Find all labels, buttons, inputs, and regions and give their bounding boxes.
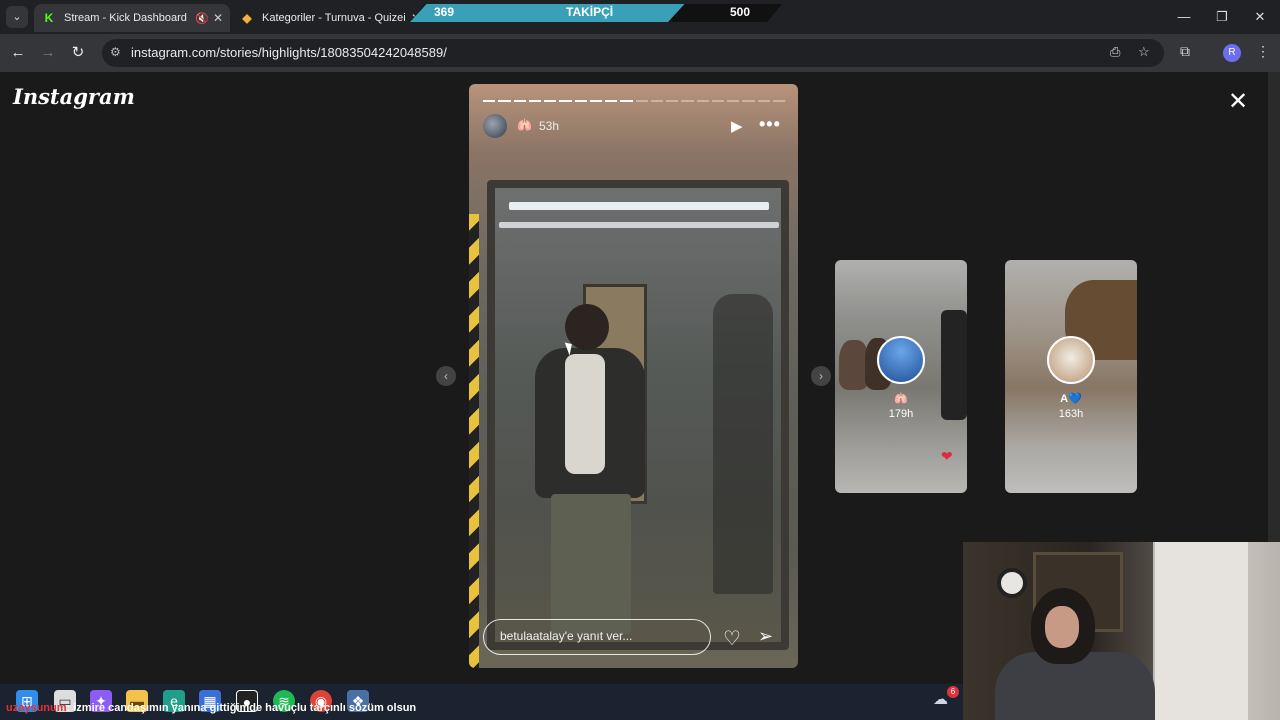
follower-label: TAKİPÇİ <box>566 5 614 19</box>
ceiling-light <box>499 222 779 228</box>
hoodie <box>565 354 605 474</box>
minimize-icon[interactable]: — <box>1164 0 1204 34</box>
story-progress-segment <box>528 100 541 102</box>
story-progress-segment <box>620 100 633 102</box>
story-progress-segment <box>574 100 587 102</box>
quiz-icon: ◆ <box>242 11 252 25</box>
story-progress-segment <box>559 100 572 102</box>
story-progress-segment <box>757 100 770 102</box>
profile-avatar[interactable]: R <box>1223 44 1241 62</box>
reload-icon[interactable]: ↻ <box>67 42 89 64</box>
person-figure <box>525 304 655 634</box>
preview-name: A💙 <box>1060 393 1082 405</box>
site-info-icon[interactable]: ⚙ <box>110 45 121 59</box>
story-progress-segment <box>635 100 648 102</box>
chat-overlay-message: uzaysunum: izmire candaşımın yanına gitt… <box>6 702 416 714</box>
preview-avatar <box>1047 336 1095 384</box>
url-text[interactable]: instagram.com/stories/highlights/1808350… <box>131 45 447 60</box>
story-avatar[interactable] <box>483 114 507 138</box>
address-bar[interactable]: ⚙ instagram.com/stories/highlights/18083… <box>102 39 1164 67</box>
story-progress-segment <box>772 100 785 102</box>
extensions-icon[interactable]: ⧉ <box>1180 43 1190 60</box>
forward-arrow-icon[interactable]: → <box>37 42 59 64</box>
restore-icon[interactable]: ❐ <box>1202 0 1242 34</box>
next-story-arrow-icon[interactable]: › <box>811 366 831 386</box>
tab-title: Kategoriler - Turnuva - Quizei <box>262 12 406 24</box>
story-progress-segment <box>605 100 618 102</box>
legs <box>551 494 631 634</box>
story-progress-segment <box>681 100 694 102</box>
reply-input[interactable] <box>500 629 700 643</box>
browser-menu-icon[interactable]: ⋮ <box>1256 43 1270 60</box>
preview-avatar <box>877 336 925 384</box>
story-progress-segment <box>696 100 709 102</box>
story-preview-card[interactable]: 🫁 179h ❤ <box>835 260 967 493</box>
bookmark-star-icon[interactable]: ☆ <box>1138 44 1150 60</box>
tab-kick-dashboard[interactable]: K Stream - Kick Dashboard 🔇 ✕ <box>34 4 230 32</box>
close-window-icon[interactable]: ✕ <box>1240 0 1280 34</box>
close-tab-icon[interactable]: ✕ <box>210 11 226 25</box>
follower-goal-overlay: 369 TAKİPÇİ 500 <box>410 4 782 22</box>
chat-text: : izmire candaşımın yanına gittiğimde ha… <box>66 702 417 714</box>
preview-time: 163h <box>1058 408 1084 420</box>
notification-badge: 6 <box>947 686 959 698</box>
webcam-overlay <box>963 542 1280 720</box>
send-icon[interactable]: ➢ <box>758 626 773 647</box>
story-progress-segment <box>589 100 602 102</box>
back-arrow-icon[interactable]: ← <box>7 42 29 64</box>
like-heart-icon[interactable]: ♡ <box>723 626 741 651</box>
highlight-emoji: 🫁 <box>517 118 532 132</box>
chat-username: uzaysunum <box>6 702 67 714</box>
install-app-icon[interactable]: ⎙ <box>1110 44 1120 60</box>
tab-title: Stream - Kick Dashboard <box>64 12 187 24</box>
wardrobe <box>1153 542 1248 720</box>
story-time: 53h <box>539 119 560 133</box>
follower-count: 369 <box>434 5 455 19</box>
kick-icon: K <box>44 11 54 25</box>
weather-icon[interactable]: ☁ 6 <box>933 686 959 710</box>
streamer-face <box>1045 606 1079 648</box>
tab-quizei[interactable]: ◆ Kategoriler - Turnuva - Quizei ✕ <box>232 4 428 32</box>
story-header: 🫁 53h ▶ ••• <box>483 114 785 138</box>
follower-goal: 500 <box>730 5 751 19</box>
more-options-icon[interactable]: ••• <box>759 114 781 135</box>
browser-toolbar: ← → ↻ ⚙ instagram.com/stories/highlights… <box>0 34 1280 72</box>
previous-story-arrow-icon[interactable]: ‹ <box>436 366 456 386</box>
tab-search-button[interactable]: ⌄ <box>6 6 28 28</box>
close-story-icon[interactable]: ✕ <box>1226 90 1250 114</box>
heart-sticker-icon: ❤ <box>941 448 953 464</box>
ceiling-light <box>509 202 769 210</box>
mute-tab-icon[interactable]: 🔇 <box>194 12 210 25</box>
story-progress-segment <box>650 100 663 102</box>
story-preview-card[interactable]: A💙 163h <box>1005 260 1137 493</box>
play-icon[interactable]: ▶ <box>731 117 743 135</box>
story-progress-segment <box>498 100 511 102</box>
story-progress-segment <box>727 100 740 102</box>
story-progress-segment <box>742 100 755 102</box>
panda-plush <box>997 568 1027 598</box>
reflection <box>713 294 773 594</box>
story-main[interactable]: 🫁 53h ▶ ••• ♡ ➢ <box>469 84 798 668</box>
instagram-logo[interactable]: Instagram <box>13 84 135 109</box>
story-progress-segment <box>544 100 557 102</box>
hazard-stripe <box>469 214 479 668</box>
preview-time: 179h <box>888 408 914 420</box>
preview-name: 🫁 <box>894 393 908 405</box>
story-progress-segment <box>666 100 679 102</box>
story-progress-bar <box>483 100 785 102</box>
story-progress-segment <box>513 100 526 102</box>
story-progress-segment <box>483 100 496 102</box>
reply-field[interactable] <box>483 619 711 655</box>
story-progress-segment <box>711 100 724 102</box>
